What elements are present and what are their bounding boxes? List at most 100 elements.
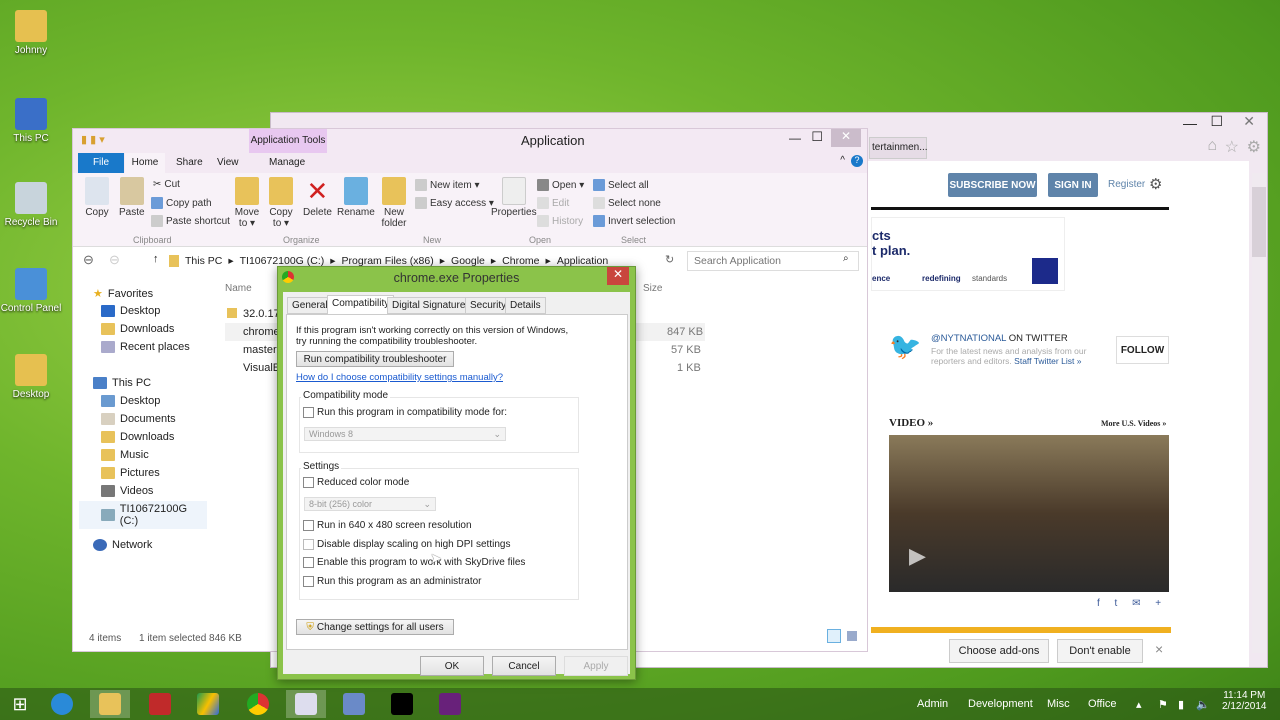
forward-button[interactable]: ⊖ bbox=[109, 252, 120, 268]
tab-manage[interactable]: Manage bbox=[269, 157, 305, 168]
tab-details[interactable]: Details bbox=[505, 297, 546, 314]
column-header-name[interactable]: Name bbox=[225, 283, 252, 294]
taskbar-app[interactable] bbox=[286, 690, 326, 718]
desktop-icon-control-panel[interactable]: Control Panel bbox=[0, 268, 62, 314]
details-view-icon[interactable] bbox=[827, 629, 841, 643]
change-settings-all-users-button[interactable]: ⛨ Change settings for all users bbox=[296, 619, 454, 635]
history-button[interactable]: History bbox=[537, 215, 583, 227]
select-none-button[interactable]: Select none bbox=[593, 197, 661, 209]
nav-videos[interactable]: Videos bbox=[101, 485, 153, 497]
edit-button[interactable]: Edit bbox=[537, 197, 569, 209]
up-button[interactable]: ↑ bbox=[153, 253, 159, 265]
toolbar-admin[interactable]: Admin bbox=[917, 698, 948, 710]
nav-downloads[interactable]: Downloads bbox=[101, 431, 174, 443]
home-icon[interactable]: ⌂ bbox=[1207, 137, 1217, 155]
choose-addons-button[interactable]: Choose add-ons bbox=[949, 639, 1049, 663]
taskbar-google-drive[interactable] bbox=[188, 690, 228, 718]
tab-home[interactable]: Home bbox=[125, 153, 165, 173]
move-to-button[interactable]: Move to ▾ bbox=[233, 177, 261, 229]
taskbar-visual-studio[interactable] bbox=[430, 690, 470, 718]
ok-button[interactable]: OK bbox=[420, 656, 484, 676]
rename-button[interactable]: Rename bbox=[337, 177, 375, 218]
toolbar-office[interactable]: Office bbox=[1088, 698, 1117, 710]
nav-drive-c[interactable]: TI10672100G (C:) bbox=[79, 501, 207, 529]
copy-path-button[interactable]: Copy path bbox=[151, 197, 212, 209]
clock[interactable]: 11:14 PM 2/12/2014 bbox=[1222, 690, 1267, 712]
video-thumbnail[interactable]: ▶ bbox=[889, 435, 1169, 592]
paste-button[interactable]: Paste bbox=[119, 177, 145, 218]
show-hidden-icons[interactable]: ▴ bbox=[1136, 698, 1142, 711]
large-icons-view-icon[interactable] bbox=[847, 631, 857, 641]
tab-general[interactable]: General bbox=[287, 297, 333, 314]
delete-button[interactable]: ✕ Delete bbox=[303, 177, 332, 218]
settings-gear-icon[interactable]: ⚙ bbox=[1149, 175, 1162, 193]
desktop-icon-recycle-bin[interactable]: Recycle Bin bbox=[0, 182, 62, 228]
help-link[interactable]: How do I choose compatibility settings m… bbox=[296, 372, 503, 383]
taskbar-file-explorer[interactable] bbox=[90, 690, 130, 718]
open-button[interactable]: Open ▾ bbox=[537, 179, 584, 191]
new-item-button[interactable]: New item ▾ bbox=[415, 179, 479, 191]
start-button[interactable]: ⊞ bbox=[0, 690, 40, 718]
compat-mode-checkbox[interactable]: Run this program in compatibility mode f… bbox=[303, 407, 507, 418]
close-button[interactable]: ✕ bbox=[831, 129, 861, 147]
select-all-button[interactable]: Select all bbox=[593, 179, 649, 191]
column-header-size[interactable]: Size bbox=[643, 283, 662, 294]
help-icon[interactable]: ? bbox=[851, 155, 863, 167]
nav-documents[interactable]: Documents bbox=[101, 413, 176, 425]
desktop-icon-this-pc[interactable]: This PC bbox=[0, 98, 62, 144]
maximize-button[interactable]: ☐ bbox=[1210, 113, 1223, 130]
disable-dpi-scaling-checkbox[interactable]: Disable display scaling on high DPI sett… bbox=[303, 539, 510, 550]
taskbar-chrome[interactable] bbox=[238, 690, 278, 718]
skydrive-checkbox[interactable]: Enable this program to work with SkyDriv… bbox=[303, 557, 525, 568]
tab-file[interactable]: File bbox=[78, 153, 124, 173]
close-button[interactable]: ✕ bbox=[607, 267, 629, 285]
subscribe-button[interactable]: SUBSCRIBE NOW bbox=[948, 173, 1037, 197]
cut-button[interactable]: ✂ Cut bbox=[153, 179, 180, 190]
dont-enable-button[interactable]: Don't enable bbox=[1057, 639, 1143, 663]
apply-button[interactable]: Apply bbox=[564, 656, 628, 676]
nav-pictures[interactable]: Pictures bbox=[101, 467, 160, 479]
nav-pc-desktop[interactable]: Desktop bbox=[101, 395, 160, 407]
network-signal-icon[interactable]: ▮ bbox=[1178, 698, 1184, 711]
desktop-icon-desktop[interactable]: Desktop bbox=[0, 354, 62, 400]
action-center-flag-icon[interactable]: ⚑ bbox=[1158, 698, 1168, 711]
tab-share[interactable]: Share bbox=[176, 157, 203, 168]
video-heading[interactable]: VIDEO » bbox=[889, 417, 933, 429]
minimize-button[interactable]: — bbox=[1183, 115, 1197, 131]
favorites-star-icon[interactable]: ☆ bbox=[1225, 137, 1239, 157]
maximize-button[interactable]: ☐ bbox=[811, 129, 823, 145]
nav-music[interactable]: Music bbox=[101, 449, 149, 461]
nav-network[interactable]: Network bbox=[93, 539, 152, 551]
taskbar-installer[interactable] bbox=[334, 690, 374, 718]
nav-fav-downloads[interactable]: Downloads bbox=[101, 323, 174, 335]
scrollbar[interactable] bbox=[1252, 173, 1266, 653]
nav-fav-desktop[interactable]: Desktop bbox=[101, 305, 160, 317]
properties-button[interactable]: Properties bbox=[491, 177, 537, 218]
collapse-ribbon-icon[interactable]: ^ bbox=[840, 155, 845, 166]
color-depth-select[interactable]: 8-bit (256) color ⌄ bbox=[304, 497, 436, 511]
quick-access-toolbar[interactable]: ▮ ▮ ▾ bbox=[81, 133, 105, 146]
copy-to-button[interactable]: Copy to ▾ bbox=[267, 177, 295, 229]
reduced-color-checkbox[interactable]: Reduced color mode bbox=[303, 477, 409, 488]
play-icon[interactable]: ▶ bbox=[909, 543, 926, 569]
toolbar-misc[interactable]: Misc bbox=[1047, 698, 1070, 710]
register-link[interactable]: Register bbox=[1108, 179, 1145, 190]
back-button[interactable]: ⊖ bbox=[83, 252, 94, 268]
invert-selection-button[interactable]: Invert selection bbox=[593, 215, 675, 227]
run-as-admin-checkbox[interactable]: Run this program as an administrator bbox=[303, 576, 482, 587]
new-folder-button[interactable]: New folder bbox=[381, 177, 407, 229]
resolution-640-checkbox[interactable]: Run in 640 x 480 screen resolution bbox=[303, 520, 472, 531]
compat-os-select[interactable]: Windows 8 ⌄ bbox=[304, 427, 506, 441]
share-icons[interactable]: f t ✉ + bbox=[1097, 598, 1167, 609]
easy-access-button[interactable]: Easy access ▾ bbox=[415, 197, 494, 209]
taskbar-ie[interactable] bbox=[42, 690, 82, 718]
nav-favorites[interactable]: ★ Favorites bbox=[93, 287, 153, 301]
refresh-icon[interactable]: ↻ bbox=[665, 253, 674, 266]
nav-recent-places[interactable]: Recent places bbox=[101, 341, 190, 353]
nav-this-pc[interactable]: This PC bbox=[93, 377, 151, 389]
cancel-button[interactable]: Cancel bbox=[492, 656, 556, 676]
copy-button[interactable]: Copy bbox=[85, 177, 109, 218]
desktop-icon-johnny[interactable]: Johnny bbox=[0, 10, 62, 56]
close-button[interactable]: ✕ bbox=[1243, 113, 1255, 130]
paste-shortcut-button[interactable]: Paste shortcut bbox=[151, 215, 230, 227]
